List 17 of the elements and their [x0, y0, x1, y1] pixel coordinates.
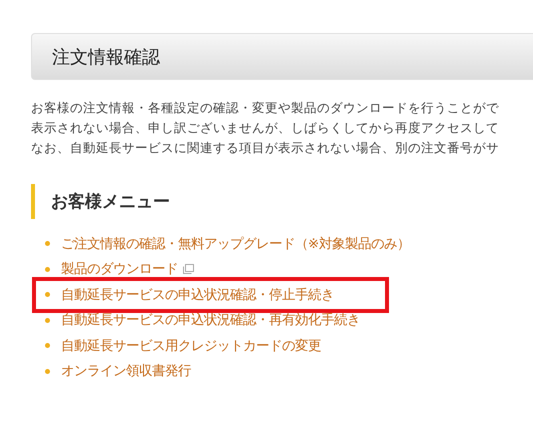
menu-link[interactable]: 自動延長サービスの申込状況確認・再有効化手続き [61, 311, 360, 330]
menu-heading: お客様メニュー [31, 184, 533, 219]
menu-link[interactable]: オンライン領収書発行 [61, 362, 191, 380]
menu-link[interactable]: 自動延長サービス用クレジットカードの変更 [61, 336, 321, 355]
intro-text: お客様の注文情報・各種設定の確認・変更や製品のダウンロードを行うことがで [31, 99, 500, 117]
bullet-icon [45, 318, 50, 323]
bullet-icon [45, 266, 50, 272]
page-title: 注文情報確認 [31, 33, 533, 80]
menu-link[interactable]: 自動延長サービスの申込状況確認・停止手続き [61, 286, 334, 304]
bullet-icon [45, 343, 50, 348]
bullet-icon [45, 368, 50, 374]
menu-link[interactable]: 製品のダウンロード [61, 260, 194, 278]
bullet-icon [45, 292, 50, 298]
intro-text: なお、自動延長サービスに関連する項目が表示されない場合、別の注文番号がサ [31, 139, 500, 157]
intro-text: 表示されない場合、申し訳ございませんが、しばらくしてから再度アクセスして [31, 119, 500, 137]
bullet-icon [45, 241, 50, 246]
menu-link[interactable]: ご注文情報の確認・無料アップグレード（※対象製品のみ） [61, 234, 410, 253]
